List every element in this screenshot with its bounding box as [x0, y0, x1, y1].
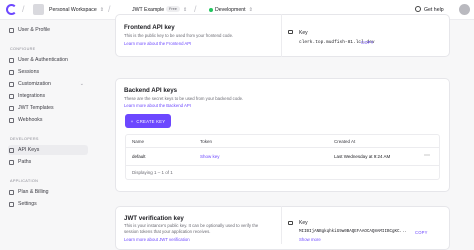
chevron-updown-icon: ⇕ — [248, 6, 253, 13]
sidebar-item-user-profile[interactable]: User & Profile — [8, 25, 88, 35]
jwt-verification-card — [115, 206, 450, 250]
backend-api-description: These are the secret keys to be used fro… — [124, 96, 244, 101]
frontend-key-label: Key — [299, 30, 308, 36]
workspace-switcher[interactable]: Personal Workspace ⇕ — [49, 7, 104, 13]
app-name: JWT Example — [132, 6, 165, 13]
table-cell-created-at: Last Wednesday at 9:24 AM — [334, 154, 391, 159]
credit-card-icon — [9, 189, 14, 195]
sidebar-item-plan-billing[interactable]: Plan & Billing — [8, 187, 88, 197]
show-key-link[interactable]: Show key — [200, 154, 220, 159]
column-header-token[interactable]: Token — [200, 139, 212, 144]
plan-badge: Free — [166, 6, 180, 12]
frontend-api-title: Frontend API key — [124, 24, 175, 31]
app-switcher[interactable]: JWT Example — [132, 7, 164, 13]
frontend-copy-button[interactable]: COPY — [361, 40, 374, 45]
sidebar-item-webhooks[interactable]: Webhooks — [8, 115, 88, 125]
create-key-button[interactable]: + CREATE KEY — [125, 114, 171, 128]
jwt-key-label: Key — [299, 220, 308, 226]
sidebar-section-application: APPLICATION — [10, 179, 39, 183]
user-icon — [9, 27, 14, 33]
card-divider — [281, 206, 282, 244]
help-icon — [415, 6, 421, 12]
workspace-name: Personal Workspace — [49, 6, 97, 13]
row-actions-menu-icon[interactable]: ⋯ — [424, 152, 430, 159]
users-icon — [9, 57, 14, 63]
jwt-description-line1: This is your instance's public key. It c… — [124, 223, 259, 228]
sidebar-section-developers: DEVELOPERS — [10, 137, 39, 141]
frontend-api-learn-more-link[interactable]: Learn more about the Frontend API — [124, 41, 191, 46]
sidebar-item-integrations[interactable]: Integrations — [8, 91, 88, 101]
backend-api-learn-more-link[interactable]: Learn more about the Backend API — [124, 103, 191, 108]
card-divider — [281, 14, 282, 57]
breadcrumb-separator: / — [108, 4, 111, 14]
environment-status-dot — [209, 8, 213, 12]
environment-switcher[interactable]: Development ⇕ — [215, 7, 253, 13]
sidebar-item-api-keys[interactable]: API Keys — [8, 145, 88, 155]
webhook-icon — [9, 117, 14, 123]
sidebar-item-settings[interactable]: Settings — [8, 199, 88, 209]
key-icon — [9, 147, 14, 153]
gear-icon — [9, 201, 14, 207]
column-header-created-at[interactable]: Created At — [334, 139, 355, 144]
jwt-key-value: MIIBIjANBgkqhkiG9w0BAQEFAAOCAQ8AMIIBCgKC… — [299, 230, 408, 234]
clerk-logo-icon[interactable] — [6, 4, 17, 15]
environment-name: Development — [215, 6, 246, 13]
table-divider — [125, 147, 440, 148]
column-header-name[interactable]: Name — [132, 139, 144, 144]
puzzle-icon — [9, 93, 14, 99]
breadcrumb-separator: / — [22, 4, 25, 14]
sidebar-item-user-authentication[interactable]: User & Authentication — [8, 55, 88, 65]
table-divider — [125, 165, 440, 166]
jwt-copy-button[interactable]: COPY — [415, 230, 428, 235]
chevron-updown-icon: ⇕ — [99, 6, 104, 13]
get-help-link[interactable]: Get help — [424, 7, 444, 13]
backend-api-title: Backend API keys — [124, 87, 178, 94]
sidebar-item-customization[interactable]: Customization ⌄ — [8, 79, 88, 89]
palette-icon — [9, 81, 14, 87]
breadcrumb-separator: / — [194, 4, 197, 14]
path-icon — [9, 159, 14, 165]
plus-icon: + — [130, 118, 134, 124]
frontend-api-description: This is the public key to be used from y… — [124, 33, 234, 38]
user-avatar[interactable] — [459, 4, 470, 15]
jwt-learn-more-link[interactable]: Learn more about JWT verification — [124, 237, 190, 242]
key-icon — [288, 30, 293, 34]
jwt-show-more-link[interactable]: Show more — [299, 237, 321, 242]
sidebar-item-jwt-templates[interactable]: JWT Templates — [8, 103, 88, 113]
sidebar-item-sessions[interactable]: Sessions — [8, 67, 88, 77]
template-icon — [9, 105, 14, 111]
clock-icon — [9, 69, 14, 75]
table-cell-name: default — [132, 154, 146, 159]
key-icon — [288, 221, 293, 225]
workspace-avatar — [33, 4, 44, 15]
jwt-description-line2: session tokens that your application rec… — [124, 229, 211, 234]
table-footer-count: Displaying 1 – 1 of 1 — [132, 170, 173, 175]
chevron-updown-icon[interactable]: ⇕ — [183, 7, 187, 13]
chevron-down-icon: ⌄ — [79, 81, 84, 87]
jwt-verification-title: JWT verification key — [124, 215, 184, 222]
sidebar: User & Profile CONFIGURE User & Authenti… — [0, 20, 92, 244]
sidebar-section-configure: CONFIGURE — [10, 47, 36, 51]
sidebar-item-paths[interactable]: Paths — [8, 157, 88, 167]
